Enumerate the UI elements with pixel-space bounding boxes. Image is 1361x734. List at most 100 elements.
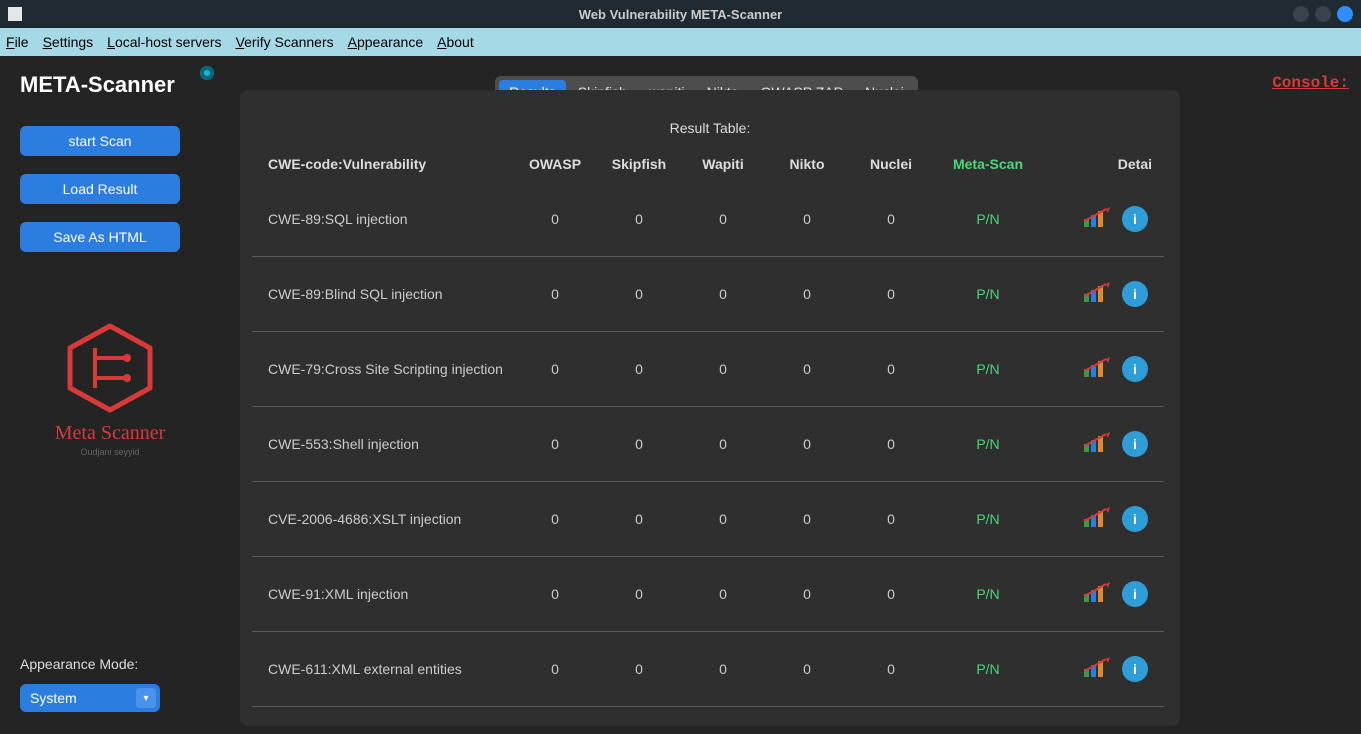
cell-wapiti: 0 — [681, 661, 765, 677]
chart-icon[interactable] — [1082, 207, 1110, 232]
info-button[interactable]: i — [1122, 656, 1148, 682]
chart-icon[interactable] — [1082, 657, 1110, 682]
cell-nuclei: 0 — [849, 661, 933, 677]
cell-nuclei: 0 — [849, 211, 933, 227]
cell-skipfish: 0 — [597, 661, 681, 677]
table-row: CWE-91:XML injection00000P/N i — [252, 557, 1164, 632]
cell-skipfish: 0 — [597, 586, 681, 602]
table-row: CWE-79:Cross Site Scripting injection000… — [252, 332, 1164, 407]
table-header: CWE-code:Vulnerability OWASP Skipfish Wa… — [252, 146, 1168, 182]
close-button[interactable] — [1337, 6, 1353, 22]
table-row: CWE-611:XML external entities00000P/N i — [252, 632, 1164, 707]
cell-vulnerability: CWE-89:Blind SQL injection — [268, 286, 513, 302]
cell-nikto: 0 — [765, 586, 849, 602]
logo-icon — [55, 318, 165, 418]
result-panel-title: Result Table: — [252, 120, 1168, 136]
minimize-button[interactable] — [1293, 6, 1309, 22]
table-row: CWE-553:Shell injection00000P/N i — [252, 407, 1164, 482]
cell-wapiti: 0 — [681, 286, 765, 302]
appearance-mode-label: Appearance Mode: — [20, 656, 200, 672]
cell-skipfish: 0 — [597, 286, 681, 302]
cell-nikto: 0 — [765, 511, 849, 527]
menu-about[interactable]: About — [437, 34, 474, 50]
cell-skipfish: 0 — [597, 211, 681, 227]
cell-nikto: 0 — [765, 436, 849, 452]
col-nikto: Nikto — [765, 156, 849, 172]
logo: Meta Scanner Oudjani seyyid — [20, 318, 200, 457]
load-result-button[interactable]: Load Result — [20, 174, 180, 204]
cell-owasp: 0 — [513, 661, 597, 677]
col-owasp: OWASP — [513, 156, 597, 172]
start-scan-button[interactable]: start Scan — [20, 126, 180, 156]
cell-nikto: 0 — [765, 661, 849, 677]
cell-metascan: P/N — [933, 436, 1043, 452]
chart-icon[interactable] — [1082, 507, 1110, 532]
cell-nuclei: 0 — [849, 286, 933, 302]
appearance-mode-block: Appearance Mode: System ▾ — [20, 656, 200, 718]
table-row: CVE-2006-4686:XSLT injection00000P/N i — [252, 482, 1164, 557]
cell-metascan: P/N — [933, 361, 1043, 377]
cell-wapiti: 0 — [681, 586, 765, 602]
info-button[interactable]: i — [1122, 581, 1148, 607]
cell-owasp: 0 — [513, 586, 597, 602]
cell-vulnerability: CVE-2006-4686:XSLT injection — [268, 511, 513, 527]
app-icon — [8, 7, 22, 21]
window-buttons — [1293, 6, 1353, 22]
maximize-button[interactable] — [1315, 6, 1331, 22]
info-button[interactable]: i — [1122, 206, 1148, 232]
cell-nikto: 0 — [765, 361, 849, 377]
logo-text: Meta Scanner — [55, 422, 166, 445]
cell-nuclei: 0 — [849, 361, 933, 377]
cell-nuclei: 0 — [849, 511, 933, 527]
menu-localhost[interactable]: Local-host servers — [107, 34, 221, 50]
cell-metascan: P/N — [933, 286, 1043, 302]
cell-vulnerability: CWE-553:Shell injection — [268, 436, 513, 452]
chevron-down-icon: ▾ — [136, 688, 156, 708]
menu-bar: File Settings Local-host servers Verify … — [0, 28, 1361, 56]
cell-metascan: P/N — [933, 661, 1043, 677]
cell-skipfish: 0 — [597, 436, 681, 452]
menu-settings[interactable]: Settings — [43, 34, 94, 50]
appearance-mode-value: System — [30, 690, 77, 706]
table-row: CWE-89:SQL injection00000P/N i — [252, 182, 1164, 257]
col-vulnerability: CWE-code:Vulnerability — [268, 156, 513, 172]
console-link[interactable]: Console: — [1272, 74, 1349, 92]
menu-verify[interactable]: Verify Scanners — [236, 34, 334, 50]
info-button[interactable]: i — [1122, 506, 1148, 532]
col-nuclei: Nuclei — [849, 156, 933, 172]
chart-icon[interactable] — [1082, 582, 1110, 607]
cell-owasp: 0 — [513, 211, 597, 227]
cell-owasp: 0 — [513, 286, 597, 302]
menu-file[interactable]: File — [6, 34, 29, 50]
cell-nuclei: 0 — [849, 436, 933, 452]
col-skipfish: Skipfish — [597, 156, 681, 172]
cell-metascan: P/N — [933, 211, 1043, 227]
title-bar: Web Vulnerability META-Scanner — [0, 0, 1361, 28]
main-panel: ResultsSkipfishwapitiNiktoOWASP ZAPNucle… — [220, 56, 1181, 734]
table-body[interactable]: CWE-89:SQL injection00000P/N iCWE-89:Bli… — [252, 182, 1168, 718]
status-indicator-icon — [200, 66, 214, 80]
info-button[interactable]: i — [1122, 281, 1148, 307]
right-panel: Console: — [1181, 56, 1361, 734]
chart-icon[interactable] — [1082, 282, 1110, 307]
menu-appearance[interactable]: Appearance — [348, 34, 424, 50]
cell-wapiti: 0 — [681, 436, 765, 452]
app-title: META-Scanner — [20, 72, 200, 98]
save-as-html-button[interactable]: Save As HTML — [20, 222, 180, 252]
chart-icon[interactable] — [1082, 432, 1110, 457]
cell-vulnerability: CWE-89:SQL injection — [268, 211, 513, 227]
result-panel: Result Table: CWE-code:Vulnerability OWA… — [240, 90, 1180, 726]
chart-icon[interactable] — [1082, 357, 1110, 382]
cell-vulnerability: CWE-611:XML external entities — [268, 661, 513, 677]
info-button[interactable]: i — [1122, 431, 1148, 457]
content-area: META-Scanner start Scan Load Result Save… — [0, 56, 1361, 734]
cell-wapiti: 0 — [681, 361, 765, 377]
cell-vulnerability: CWE-79:Cross Site Scripting injection — [268, 361, 513, 377]
cell-owasp: 0 — [513, 361, 597, 377]
table-row: CWE-89:Blind SQL injection00000P/N i — [252, 257, 1164, 332]
appearance-mode-dropdown[interactable]: System ▾ — [20, 684, 160, 712]
col-wapiti: Wapiti — [681, 156, 765, 172]
cell-owasp: 0 — [513, 511, 597, 527]
cell-nuclei: 0 — [849, 586, 933, 602]
info-button[interactable]: i — [1122, 356, 1148, 382]
